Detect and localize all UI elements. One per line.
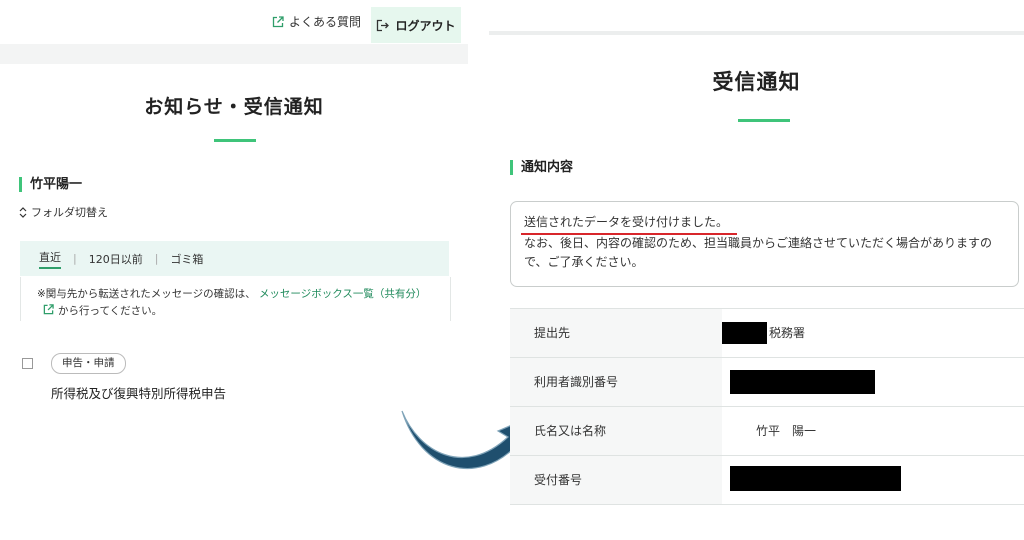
row-value: 竹平 陽一 xyxy=(756,424,817,438)
message-checkbox[interactable] xyxy=(22,358,33,369)
row-value: 税務署 xyxy=(769,326,806,340)
row-label: 氏名又は名称 xyxy=(510,407,722,455)
row-label: 受付番号 xyxy=(510,456,722,504)
tab-separator: | xyxy=(154,252,159,265)
title-underline xyxy=(738,119,790,122)
updown-chevron-icon xyxy=(19,206,27,218)
list-item: 申告・申請 所得税及び復興特別所得税申告 xyxy=(22,353,462,403)
forward-note: ※関与先から転送されたメッセージの確認は、 メッセージボックス一覧（共有分） か… xyxy=(20,277,451,321)
logout-button-label: ログアウト xyxy=(395,18,456,33)
user-name-heading: 竹平陽一 xyxy=(19,177,82,192)
redaction-block xyxy=(730,466,901,491)
notice-line-1-wrap: 送信されたデータを受け付けました。 xyxy=(521,213,738,235)
category-badge: 申告・申請 xyxy=(51,353,126,374)
logout-icon xyxy=(377,19,390,31)
section-title: 通知内容 xyxy=(510,160,573,175)
message-title-link[interactable]: 所得税及び復興特別所得税申告 xyxy=(51,383,226,402)
table-row: 受付番号 xyxy=(510,455,1024,505)
tab-older-120-days[interactable]: 120日以前 xyxy=(89,251,143,267)
page-title: 受信通知 xyxy=(712,70,801,94)
page-title: お知らせ・受信通知 xyxy=(144,96,324,118)
external-link-icon xyxy=(272,15,284,27)
table-row: 提出先 税務署 xyxy=(510,308,1024,357)
table-row: 利用者識別番号 xyxy=(510,357,1024,406)
tab-recent[interactable]: 直近 xyxy=(39,249,61,269)
right-panel: 受信通知 通知内容 送信されたデータを受け付けました。 なお、後日、内容の確認の… xyxy=(489,0,1024,540)
redaction-block xyxy=(730,370,875,394)
logout-button[interactable]: ログアウト xyxy=(371,7,461,43)
tab-separator: | xyxy=(73,252,77,265)
tab-trash[interactable]: ゴミ箱 xyxy=(170,251,203,267)
receipt-table: 提出先 税務署 利用者識別番号 氏名又は名称 竹平 陽一 受付番号 xyxy=(510,308,1024,505)
faq-link[interactable]: よくある質問 xyxy=(272,13,361,30)
row-label: 提出先 xyxy=(510,309,722,357)
table-row: 氏名又は名称 竹平 陽一 xyxy=(510,406,1024,455)
folder-switch-label: フォルダ切替え xyxy=(31,206,108,219)
note-suffix: から行ってください。 xyxy=(58,305,163,317)
row-label: 利用者識別番号 xyxy=(510,358,722,406)
notice-box: 送信されたデータを受け付けました。 なお、後日、内容の確認のため、担当職員からご… xyxy=(510,201,1019,287)
notice-line-2: なお、後日、内容の確認のため、担当職員からご連絡させていただく場合がありますので… xyxy=(524,236,993,269)
faq-link-label: よくある質問 xyxy=(289,15,362,29)
note-prefix: ※関与先から転送されたメッセージの確認は、 xyxy=(37,288,256,300)
folder-tabs: 直近 | 120日以前 | ゴミ箱 xyxy=(20,241,449,276)
header-divider xyxy=(489,31,1024,35)
notice-line-1: 送信されたデータを受け付けました。 xyxy=(524,215,729,229)
folder-switch-button[interactable]: フォルダ切替え xyxy=(19,204,108,220)
external-link-icon xyxy=(43,304,54,315)
message-box-list-link-label: メッセージボックス一覧（共有分） xyxy=(258,288,427,300)
header-divider-band xyxy=(0,44,468,64)
title-underline xyxy=(214,139,256,142)
